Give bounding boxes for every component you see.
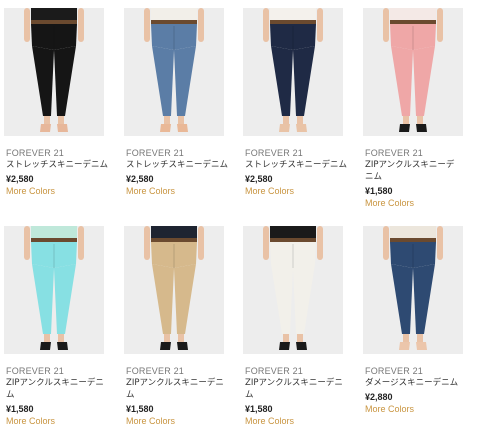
- jeans-illustration: [144, 8, 204, 132]
- jeans-illustration: [144, 226, 204, 350]
- product-price: ¥1,580: [126, 404, 154, 414]
- jeans-illustration: [263, 8, 323, 132]
- product-brand: FOREVER 21: [126, 366, 185, 376]
- jeans-illustration: [383, 8, 443, 132]
- product-image[interactable]: [124, 8, 224, 136]
- product-card[interactable]: FOREVER 21 ダメージスキニーデニム ¥2,880 More Color…: [363, 226, 480, 438]
- product-brand: FOREVER 21: [6, 366, 65, 376]
- product-image[interactable]: [4, 226, 104, 354]
- product-brand: FOREVER 21: [6, 148, 65, 158]
- product-price: ¥2,580: [245, 174, 273, 184]
- product-image[interactable]: [4, 8, 104, 136]
- product-image[interactable]: [363, 226, 463, 354]
- jeans-illustration: [24, 8, 84, 132]
- product-brand: FOREVER 21: [365, 148, 424, 158]
- product-image[interactable]: [243, 8, 343, 136]
- more-colors-link[interactable]: More Colors: [126, 416, 175, 426]
- product-price: ¥2,880: [365, 392, 393, 402]
- more-colors-link[interactable]: More Colors: [245, 416, 294, 426]
- jeans-illustration: [24, 226, 84, 350]
- product-price: ¥2,580: [126, 174, 154, 184]
- product-card[interactable]: FOREVER 21 ストレッチスキニーデニム ¥2,580 More Colo…: [4, 8, 122, 220]
- product-name[interactable]: ストレッチスキニーデニム: [6, 159, 112, 171]
- product-brand: FOREVER 21: [245, 366, 304, 376]
- product-card[interactable]: FOREVER 21 ZIPアンクルスキニーデニム ¥1,580 More Co…: [124, 226, 242, 438]
- product-name[interactable]: ZIPアンクルスキニーデニム: [126, 377, 226, 401]
- more-colors-link[interactable]: More Colors: [126, 186, 175, 196]
- product-brand: FOREVER 21: [365, 366, 424, 376]
- product-price: ¥2,580: [6, 174, 34, 184]
- product-name[interactable]: ZIPアンクルスキニーデニム: [6, 377, 106, 401]
- jeans-illustration: [383, 226, 443, 350]
- product-image[interactable]: [243, 226, 343, 354]
- product-name[interactable]: ストレッチスキニーデニム: [245, 159, 351, 171]
- product-price: ¥1,580: [6, 404, 34, 414]
- product-image[interactable]: [124, 226, 224, 354]
- more-colors-link[interactable]: More Colors: [6, 416, 55, 426]
- more-colors-link[interactable]: More Colors: [365, 198, 414, 208]
- product-name[interactable]: ZIPアンクルスキニーデニム: [245, 377, 345, 401]
- more-colors-link[interactable]: More Colors: [6, 186, 55, 196]
- product-name[interactable]: ストレッチスキニーデニム: [126, 159, 232, 171]
- product-image[interactable]: [363, 8, 463, 136]
- product-price: ¥1,580: [245, 404, 273, 414]
- product-card[interactable]: FOREVER 21 ZIPアンクルスキニーデニム ¥1,580 More Co…: [243, 226, 361, 438]
- product-price: ¥1,580: [365, 186, 393, 196]
- product-card[interactable]: FOREVER 21 ZIPアンクルスキニーデニム ¥1,580 More Co…: [4, 226, 122, 438]
- product-card[interactable]: FOREVER 21 ストレッチスキニーデニム ¥2,580 More Colo…: [243, 8, 361, 220]
- product-name[interactable]: ダメージスキニーデニム: [365, 377, 471, 389]
- product-card[interactable]: FOREVER 21 ストレッチスキニーデニム ¥2,580 More Colo…: [124, 8, 242, 220]
- product-card[interactable]: FOREVER 21 ZIPアンクルスキニーデニム ¥1,580 More Co…: [363, 8, 480, 220]
- product-name[interactable]: ZIPアンクルスキニーデニム: [365, 159, 461, 183]
- more-colors-link[interactable]: More Colors: [245, 186, 294, 196]
- more-colors-link[interactable]: More Colors: [365, 404, 414, 414]
- product-brand: FOREVER 21: [126, 148, 185, 158]
- product-grid: FOREVER 21 ストレッチスキニーデニム ¥2,580 More Colo…: [0, 0, 480, 428]
- product-brand: FOREVER 21: [245, 148, 304, 158]
- jeans-illustration: [263, 226, 323, 350]
